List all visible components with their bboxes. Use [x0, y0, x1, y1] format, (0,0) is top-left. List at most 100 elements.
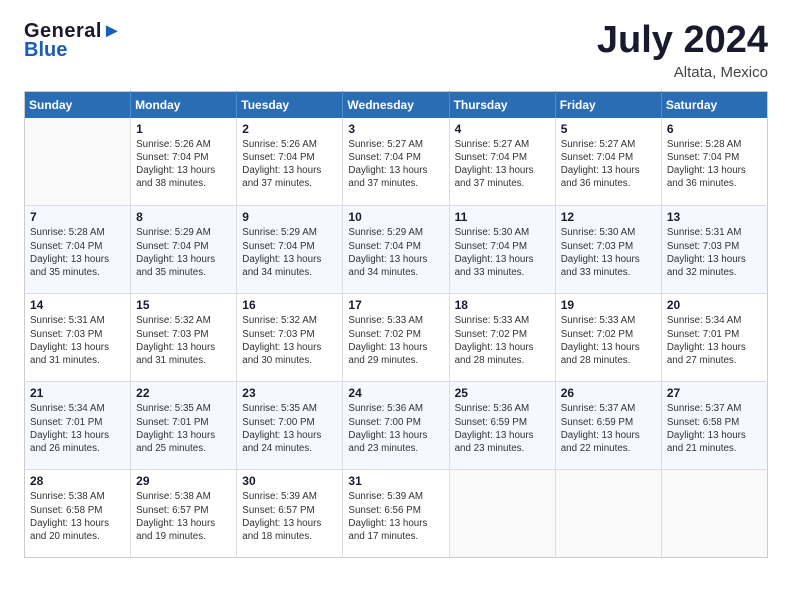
- day-info: Sunrise: 5:30 AMSunset: 7:04 PMDaylight:…: [455, 226, 550, 279]
- calendar-cell: [25, 118, 131, 206]
- day-info: Sunrise: 5:28 AMSunset: 7:04 PMDaylight:…: [30, 226, 125, 279]
- day-info: Sunrise: 5:30 AMSunset: 7:03 PMDaylight:…: [561, 226, 656, 279]
- calendar-cell: 15 Sunrise: 5:32 AMSunset: 7:03 PMDayligh…: [131, 294, 237, 382]
- calendar-cell: 17 Sunrise: 5:33 AMSunset: 7:02 PMDayligh…: [343, 294, 449, 382]
- calendar-row: 7 Sunrise: 5:28 AMSunset: 7:04 PMDaylight…: [25, 206, 768, 294]
- calendar-row: 1Sunrise: 5:26 AMSunset: 7:04 PMDaylight…: [25, 118, 768, 206]
- day-info: Sunrise: 5:27 AMSunset: 7:04 PMDaylight:…: [561, 138, 656, 191]
- calendar-cell: 20 Sunrise: 5:34 AMSunset: 7:01 PMDayligh…: [661, 294, 767, 382]
- calendar-cell: 16 Sunrise: 5:32 AMSunset: 7:03 PMDayligh…: [237, 294, 343, 382]
- day-number: 9: [242, 210, 337, 224]
- day-number: 5: [561, 122, 656, 136]
- calendar-cell: 3Sunrise: 5:27 AMSunset: 7:04 PMDaylight…: [343, 118, 449, 206]
- calendar-cell: 23 Sunrise: 5:35 AMSunset: 7:00 PMDayligh…: [237, 382, 343, 470]
- calendar-header-day: Saturday: [661, 91, 767, 118]
- day-info: Sunrise: 5:26 AMSunset: 7:04 PMDaylight:…: [242, 138, 337, 191]
- calendar-cell: 28 Sunrise: 5:38 AMSunset: 6:58 PMDayligh…: [25, 470, 131, 558]
- calendar-cell: 21 Sunrise: 5:34 AMSunset: 7:01 PMDayligh…: [25, 382, 131, 470]
- calendar-cell: 30 Sunrise: 5:39 AMSunset: 6:57 PMDayligh…: [237, 470, 343, 558]
- day-number: 7: [30, 210, 125, 224]
- calendar-cell: 7 Sunrise: 5:28 AMSunset: 7:04 PMDaylight…: [25, 206, 131, 294]
- day-number: 28: [30, 474, 125, 488]
- day-info: Sunrise: 5:26 AMSunset: 7:04 PMDaylight:…: [136, 138, 231, 191]
- day-number: 13: [667, 210, 762, 224]
- calendar-cell: 26 Sunrise: 5:37 AMSunset: 6:59 PMDayligh…: [555, 382, 661, 470]
- calendar-cell: [555, 470, 661, 558]
- day-number: 2: [242, 122, 337, 136]
- calendar-header-day: Sunday: [25, 91, 131, 118]
- day-number: 30: [242, 474, 337, 488]
- calendar-cell: 13 Sunrise: 5:31 AMSunset: 7:03 PMDayligh…: [661, 206, 767, 294]
- day-number: 31: [348, 474, 443, 488]
- day-number: 16: [242, 298, 337, 312]
- day-info: Sunrise: 5:29 AMSunset: 7:04 PMDaylight:…: [348, 226, 443, 279]
- day-number: 11: [455, 210, 550, 224]
- day-info: Sunrise: 5:38 AMSunset: 6:58 PMDaylight:…: [30, 490, 125, 543]
- day-info: Sunrise: 5:36 AMSunset: 6:59 PMDaylight:…: [455, 402, 550, 455]
- calendar-table: SundayMondayTuesdayWednesdayThursdayFrid…: [24, 91, 768, 559]
- day-info: Sunrise: 5:34 AMSunset: 7:01 PMDaylight:…: [667, 314, 762, 367]
- calendar-cell: 5 Sunrise: 5:27 AMSunset: 7:04 PMDaylight…: [555, 118, 661, 206]
- calendar-row: 28 Sunrise: 5:38 AMSunset: 6:58 PMDayligh…: [25, 470, 768, 558]
- page: General► Blue July 2024 Altata, Mexico S…: [0, 0, 792, 612]
- day-info: Sunrise: 5:37 AMSunset: 6:58 PMDaylight:…: [667, 402, 762, 455]
- month-title: July 2024: [597, 20, 768, 62]
- day-number: 23: [242, 386, 337, 400]
- day-number: 15: [136, 298, 231, 312]
- calendar-header-day: Monday: [131, 91, 237, 118]
- day-info: Sunrise: 5:29 AMSunset: 7:04 PMDaylight:…: [242, 226, 337, 279]
- calendar-cell: 10Sunrise: 5:29 AMSunset: 7:04 PMDayligh…: [343, 206, 449, 294]
- day-number: 17: [348, 298, 443, 312]
- calendar-header-day: Friday: [555, 91, 661, 118]
- day-number: 27: [667, 386, 762, 400]
- calendar-header-row: SundayMondayTuesdayWednesdayThursdayFrid…: [25, 91, 768, 118]
- logo-block: General► Blue: [24, 20, 122, 61]
- calendar-header-day: Thursday: [449, 91, 555, 118]
- day-info: Sunrise: 5:32 AMSunset: 7:03 PMDaylight:…: [136, 314, 231, 367]
- title-block: July 2024 Altata, Mexico: [597, 20, 768, 81]
- calendar-cell: 1Sunrise: 5:26 AMSunset: 7:04 PMDaylight…: [131, 118, 237, 206]
- day-info: Sunrise: 5:33 AMSunset: 7:02 PMDaylight:…: [561, 314, 656, 367]
- day-info: Sunrise: 5:36 AMSunset: 7:00 PMDaylight:…: [348, 402, 443, 455]
- calendar-cell: 19 Sunrise: 5:33 AMSunset: 7:02 PMDayligh…: [555, 294, 661, 382]
- calendar-cell: 9 Sunrise: 5:29 AMSunset: 7:04 PMDaylight…: [237, 206, 343, 294]
- day-number: 22: [136, 386, 231, 400]
- day-number: 14: [30, 298, 125, 312]
- calendar-cell: 24 Sunrise: 5:36 AMSunset: 7:00 PMDayligh…: [343, 382, 449, 470]
- day-number: 6: [667, 122, 762, 136]
- header: General► Blue July 2024 Altata, Mexico: [24, 20, 768, 81]
- calendar-cell: 2 Sunrise: 5:26 AMSunset: 7:04 PMDaylight…: [237, 118, 343, 206]
- day-info: Sunrise: 5:39 AMSunset: 6:56 PMDaylight:…: [348, 490, 443, 543]
- calendar-cell: 4Sunrise: 5:27 AMSunset: 7:04 PMDaylight…: [449, 118, 555, 206]
- calendar-cell: [449, 470, 555, 558]
- day-info: Sunrise: 5:31 AMSunset: 7:03 PMDaylight:…: [667, 226, 762, 279]
- day-info: Sunrise: 5:28 AMSunset: 7:04 PMDaylight:…: [667, 138, 762, 191]
- day-number: 19: [561, 298, 656, 312]
- day-info: Sunrise: 5:27 AMSunset: 7:04 PMDaylight:…: [455, 138, 550, 191]
- day-number: 26: [561, 386, 656, 400]
- calendar-row: 21 Sunrise: 5:34 AMSunset: 7:01 PMDayligh…: [25, 382, 768, 470]
- calendar-cell: 11 Sunrise: 5:30 AMSunset: 7:04 PMDayligh…: [449, 206, 555, 294]
- day-number: 25: [455, 386, 550, 400]
- calendar-cell: 8 Sunrise: 5:29 AMSunset: 7:04 PMDaylight…: [131, 206, 237, 294]
- day-info: Sunrise: 5:32 AMSunset: 7:03 PMDaylight:…: [242, 314, 337, 367]
- calendar-cell: 12Sunrise: 5:30 AMSunset: 7:03 PMDayligh…: [555, 206, 661, 294]
- day-info: Sunrise: 5:35 AMSunset: 7:01 PMDaylight:…: [136, 402, 231, 455]
- day-info: Sunrise: 5:39 AMSunset: 6:57 PMDaylight:…: [242, 490, 337, 543]
- day-info: Sunrise: 5:35 AMSunset: 7:00 PMDaylight:…: [242, 402, 337, 455]
- day-number: 21: [30, 386, 125, 400]
- location: Altata, Mexico: [597, 64, 768, 81]
- day-number: 24: [348, 386, 443, 400]
- day-info: Sunrise: 5:33 AMSunset: 7:02 PMDaylight:…: [455, 314, 550, 367]
- day-number: 8: [136, 210, 231, 224]
- calendar-cell: [661, 470, 767, 558]
- day-info: Sunrise: 5:33 AMSunset: 7:02 PMDaylight:…: [348, 314, 443, 367]
- calendar-cell: 22 Sunrise: 5:35 AMSunset: 7:01 PMDayligh…: [131, 382, 237, 470]
- day-number: 29: [136, 474, 231, 488]
- day-info: Sunrise: 5:34 AMSunset: 7:01 PMDaylight:…: [30, 402, 125, 455]
- calendar-row: 14Sunrise: 5:31 AMSunset: 7:03 PMDayligh…: [25, 294, 768, 382]
- calendar-cell: 29Sunrise: 5:38 AMSunset: 6:57 PMDayligh…: [131, 470, 237, 558]
- day-info: Sunrise: 5:37 AMSunset: 6:59 PMDaylight:…: [561, 402, 656, 455]
- day-number: 20: [667, 298, 762, 312]
- day-info: Sunrise: 5:29 AMSunset: 7:04 PMDaylight:…: [136, 226, 231, 279]
